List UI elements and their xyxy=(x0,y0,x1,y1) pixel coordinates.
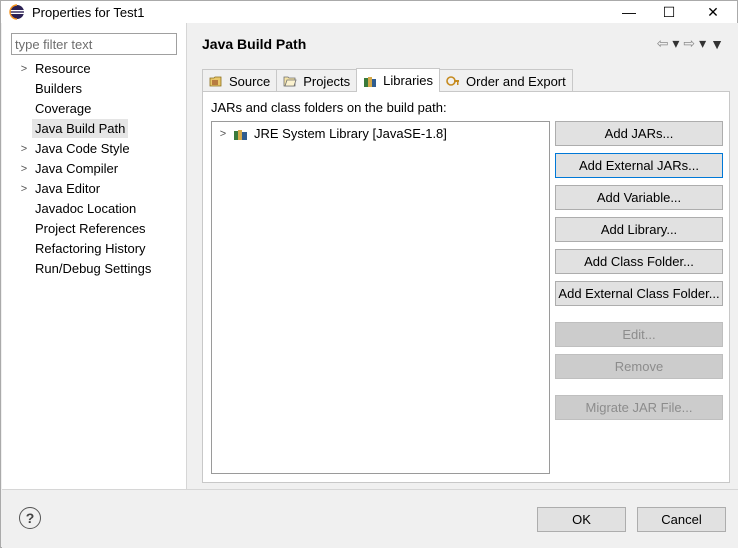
chevron-right-icon[interactable]: > xyxy=(18,139,30,159)
add-library-button[interactable]: Add Library... xyxy=(555,217,723,242)
minimize-button[interactable]: — xyxy=(609,1,649,23)
property-tree: > Resource Builders Coverage Java Build … xyxy=(2,59,187,279)
sidebar-item-java-compiler[interactable]: > Java Compiler xyxy=(2,159,187,179)
view-menu-icon[interactable]: ▼ xyxy=(710,36,724,52)
section-label: JARs and class folders on the build path… xyxy=(211,100,447,115)
remove-button[interactable]: Remove xyxy=(555,354,723,379)
forward-dropdown-icon[interactable]: ▾ xyxy=(699,35,706,52)
add-class-folder-button[interactable]: Add Class Folder... xyxy=(555,249,723,274)
property-page-sidebar: > Resource Builders Coverage Java Build … xyxy=(2,23,187,489)
forward-arrow-icon[interactable]: ⇨ xyxy=(683,35,695,52)
property-page: Java Build Path ⇦ ▾ ⇨ ▾ ▼ Source Project… xyxy=(188,23,738,489)
close-button[interactable]: ✕ xyxy=(693,1,733,23)
tab-label: Order and Export xyxy=(466,73,566,89)
build-path-tree[interactable]: > JRE System Library [JavaSE-1.8] xyxy=(211,121,550,474)
sidebar-item-refactoring-history[interactable]: Refactoring History xyxy=(2,239,187,259)
dialog-button-bar: ? OK Cancel xyxy=(2,489,738,548)
projects-folder-icon xyxy=(283,76,297,87)
page-title: Java Build Path xyxy=(202,36,307,52)
tab-projects[interactable]: Projects xyxy=(276,69,358,92)
sidebar-item-label: Java Code Style xyxy=(35,141,130,156)
edit-button[interactable]: Edit... xyxy=(555,322,723,347)
chevron-right-icon[interactable]: > xyxy=(218,125,228,143)
source-folder-icon xyxy=(209,76,222,87)
title-bar: Properties for Test1 — ☐ ✕ xyxy=(1,1,737,23)
sidebar-item-resource[interactable]: > Resource xyxy=(2,59,187,79)
sidebar-item-label: Builders xyxy=(35,81,82,96)
sidebar-item-run-debug-settings[interactable]: Run/Debug Settings xyxy=(2,259,187,279)
add-jars-button[interactable]: Add JARs... xyxy=(555,121,723,146)
sidebar-item-label: Javadoc Location xyxy=(35,201,137,216)
tree-item-label: JRE System Library [JavaSE-1.8] xyxy=(254,126,447,141)
add-external-class-folder-button[interactable]: Add External Class Folder... xyxy=(555,281,723,306)
chevron-right-icon[interactable]: > xyxy=(18,159,30,179)
sidebar-item-javadoc-location[interactable]: Javadoc Location xyxy=(2,199,187,219)
tab-libraries[interactable]: Libraries xyxy=(356,68,441,92)
sidebar-item-builders[interactable]: Builders xyxy=(2,79,187,99)
sidebar-item-java-code-style[interactable]: > Java Code Style xyxy=(2,139,187,159)
build-path-tabs: Source Projects Libraries Order and Expo… xyxy=(202,68,573,92)
tab-label: Libraries xyxy=(383,73,434,88)
add-variable-button[interactable]: Add Variable... xyxy=(555,185,723,210)
page-navigation: ⇦ ▾ ⇨ ▾ ▼ xyxy=(657,35,724,52)
sidebar-item-label: Java Build Path xyxy=(32,119,129,138)
sidebar-item-label: Resource xyxy=(35,61,91,76)
back-dropdown-icon[interactable]: ▾ xyxy=(672,35,679,52)
sidebar-item-label: Coverage xyxy=(35,101,92,116)
libraries-tab-content: JARs and class folders on the build path… xyxy=(202,91,730,483)
chevron-right-icon[interactable]: > xyxy=(18,59,30,79)
tab-label: Projects xyxy=(303,73,351,89)
window-title: Properties for Test1 xyxy=(32,4,145,20)
help-icon[interactable]: ? xyxy=(19,507,41,529)
sidebar-item-label: Run/Debug Settings xyxy=(35,261,152,276)
cancel-button[interactable]: Cancel xyxy=(637,507,726,532)
sidebar-item-java-build-path[interactable]: Java Build Path xyxy=(2,119,187,139)
sidebar-item-java-editor[interactable]: > Java Editor xyxy=(2,179,187,199)
tab-label: Source xyxy=(229,73,271,89)
filter-input[interactable] xyxy=(11,33,177,55)
properties-dialog: Properties for Test1 — ☐ ✕ > Resource Bu… xyxy=(0,0,738,548)
migrate-jar-file-button[interactable]: Migrate JAR File... xyxy=(555,395,723,420)
library-icon xyxy=(234,130,247,140)
sidebar-item-project-references[interactable]: Project References xyxy=(2,219,187,239)
chevron-right-icon[interactable]: > xyxy=(18,179,30,199)
sidebar-item-label: Project References xyxy=(35,221,146,236)
sidebar-item-label: Java Compiler xyxy=(35,161,119,176)
ok-button[interactable]: OK xyxy=(537,507,626,532)
eclipse-icon xyxy=(9,4,24,20)
maximize-button[interactable]: ☐ xyxy=(649,1,689,23)
tab-source[interactable]: Source xyxy=(202,69,278,92)
tree-item-jre-system-library[interactable]: > JRE System Library [JavaSE-1.8] xyxy=(218,125,447,143)
add-external-jars-button[interactable]: Add External JARs... xyxy=(555,153,723,178)
sidebar-item-label: Refactoring History xyxy=(35,241,146,256)
libraries-icon xyxy=(364,76,377,87)
back-arrow-icon[interactable]: ⇦ xyxy=(657,35,669,52)
tab-order-and-export[interactable]: Order and Export xyxy=(439,69,573,92)
order-export-icon xyxy=(446,76,460,86)
sidebar-item-coverage[interactable]: Coverage xyxy=(2,99,187,119)
sidebar-item-label: Java Editor xyxy=(35,181,101,196)
